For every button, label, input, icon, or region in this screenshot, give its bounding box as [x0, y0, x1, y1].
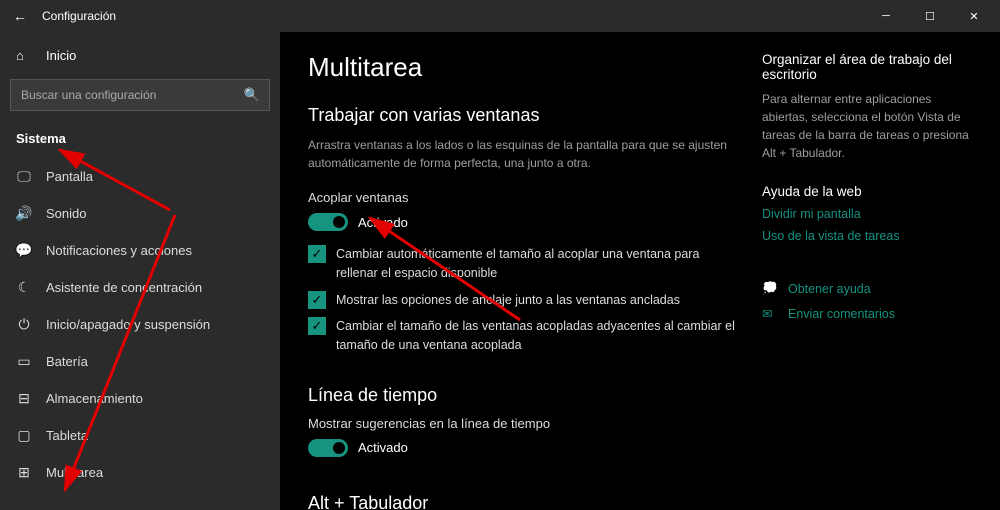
sidebar-item-asistente[interactable]: ☾ Asistente de concentración: [0, 269, 280, 306]
page-title: Multitarea: [308, 52, 742, 83]
minimize-button[interactable]: ─: [864, 0, 908, 32]
back-button[interactable]: ←: [4, 8, 36, 24]
sidebar-item-label: Sonido: [46, 206, 86, 221]
sidebar-item-label: Multitarea: [46, 465, 103, 480]
sidebar-item-label: Asistente de concentración: [46, 280, 202, 295]
tablet-icon: ▢: [16, 427, 32, 444]
search-icon: 🔍: [244, 87, 260, 103]
organize-heading: Organizar el área de trabajo del escrito…: [762, 52, 972, 82]
feedback-label: Enviar comentarios: [788, 307, 895, 321]
content: Multitarea Trabajar con varias ventanas …: [280, 32, 1000, 510]
display-icon: 🖵: [16, 168, 32, 185]
sound-icon: 🔊: [16, 205, 32, 222]
sidebar-item-label: Batería: [46, 354, 88, 369]
sidebar-item-multitarea[interactable]: ⊞ Multitarea: [0, 454, 280, 491]
timeline-heading: Línea de tiempo: [308, 385, 742, 406]
snap-check-1[interactable]: ✓: [308, 245, 326, 263]
storage-icon: ⊟: [16, 390, 32, 407]
organize-desc: Para alternar entre aplicaciones abierta…: [762, 90, 972, 162]
notifications-icon: 💬: [16, 242, 32, 259]
help-icon: 💭: [762, 281, 780, 296]
focus-icon: ☾: [16, 279, 32, 296]
snap-check-3-label: Cambiar el tamaño de las ventanas acopla…: [336, 317, 742, 355]
home-icon: ⌂: [16, 48, 32, 63]
sidebar-item-label: Inicio/apagado y suspensión: [46, 317, 210, 332]
timeline-toggle-state: Activado: [358, 440, 408, 455]
home-button[interactable]: ⌂ Inicio: [0, 38, 280, 73]
home-label: Inicio: [46, 48, 76, 63]
feedback-link[interactable]: ✉ Enviar comentarios: [762, 306, 972, 321]
snap-check-3[interactable]: ✓: [308, 317, 326, 335]
snap-description: Arrastra ventanas a los lados o las esqu…: [308, 136, 742, 172]
link-dividir[interactable]: Dividir mi pantalla: [762, 207, 972, 221]
sidebar-item-notificaciones[interactable]: 💬 Notificaciones y acciones: [0, 232, 280, 269]
timeline-toggle[interactable]: [308, 439, 348, 457]
power-icon: ⏻: [16, 316, 32, 333]
snap-heading: Trabajar con varias ventanas: [308, 105, 742, 126]
titlebar: ← Configuración ─ ☐ ✕: [0, 0, 1000, 32]
feedback-icon: ✉: [762, 306, 780, 321]
sidebar-item-tableta[interactable]: ▢ Tableta: [0, 417, 280, 454]
timeline-toggle-label: Mostrar sugerencias en la línea de tiemp…: [308, 416, 742, 431]
get-help-label: Obtener ayuda: [788, 282, 871, 296]
window-controls: ─ ☐ ✕: [864, 0, 996, 32]
sidebar-item-label: Tableta: [46, 428, 88, 443]
sidebar-item-pantalla[interactable]: 🖵 Pantalla: [0, 158, 280, 195]
sidebar-item-bateria[interactable]: ▭ Batería: [0, 343, 280, 380]
sidebar-item-sonido[interactable]: 🔊 Sonido: [0, 195, 280, 232]
sidebar: ⌂ Inicio 🔍 Sistema 🖵 Pantalla 🔊 Sonido 💬 No…: [0, 32, 280, 510]
snap-check-2[interactable]: ✓: [308, 291, 326, 309]
category-heading: Sistema: [0, 121, 280, 158]
sidebar-item-inicio-apagado[interactable]: ⏻ Inicio/apagado y suspensión: [0, 306, 280, 343]
sidebar-item-almacenamiento[interactable]: ⊟ Almacenamiento: [0, 380, 280, 417]
snap-check-1-label: Cambiar automáticamente el tamaño al aco…: [336, 245, 742, 283]
link-vista-tareas[interactable]: Uso de la vista de tareas: [762, 229, 972, 243]
sidebar-item-label: Notificaciones y acciones: [46, 243, 192, 258]
webhelp-heading: Ayuda de la web: [762, 184, 972, 199]
maximize-button[interactable]: ☐: [908, 0, 952, 32]
sidebar-item-label: Pantalla: [46, 169, 93, 184]
window-title: Configuración: [42, 9, 116, 23]
multitask-icon: ⊞: [16, 464, 32, 481]
sidebar-item-label: Almacenamiento: [46, 391, 143, 406]
search-input[interactable]: [10, 79, 270, 111]
battery-icon: ▭: [16, 353, 32, 370]
get-help-link[interactable]: 💭 Obtener ayuda: [762, 281, 972, 296]
snap-toggle-state: Activado: [358, 215, 408, 230]
snap-check-2-label: Mostrar las opciones de anclaje junto a …: [336, 291, 680, 310]
close-button[interactable]: ✕: [952, 0, 996, 32]
snap-toggle[interactable]: [308, 213, 348, 231]
snap-toggle-label: Acoplar ventanas: [308, 190, 742, 205]
alttab-heading: Alt + Tabulador: [308, 493, 742, 510]
